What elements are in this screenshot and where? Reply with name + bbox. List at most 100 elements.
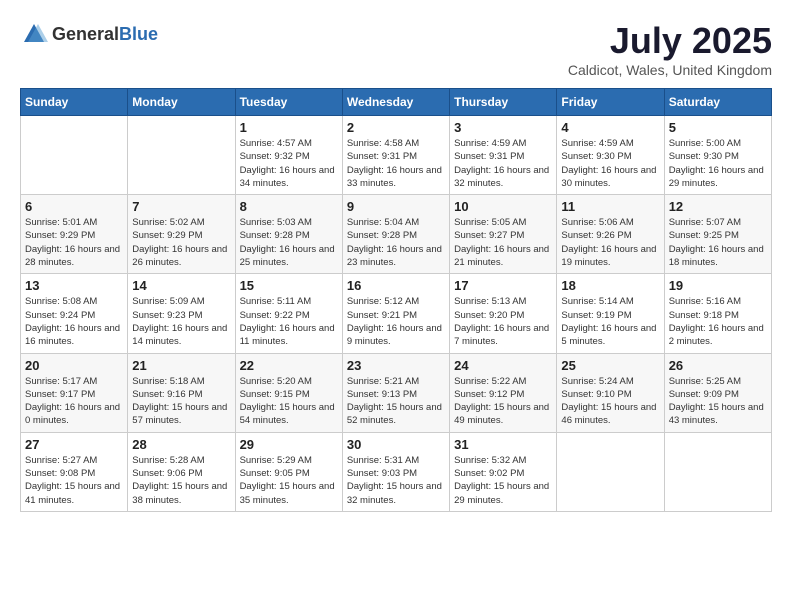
day-number: 18	[561, 278, 659, 293]
day-cell: 22 Sunrise: 5:20 AM Sunset: 9:15 PM Dayli…	[235, 353, 342, 432]
logo-general: General	[52, 24, 119, 44]
day-info: Sunrise: 5:32 AM Sunset: 9:02 PM Dayligh…	[454, 454, 552, 507]
day-number: 27	[25, 437, 123, 452]
day-cell: 4 Sunrise: 4:59 AM Sunset: 9:30 PM Daylig…	[557, 116, 664, 195]
day-cell: 16 Sunrise: 5:12 AM Sunset: 9:21 PM Dayli…	[342, 274, 449, 353]
day-info: Sunrise: 5:04 AM Sunset: 9:28 PM Dayligh…	[347, 216, 445, 269]
day-info: Sunrise: 4:57 AM Sunset: 9:32 PM Dayligh…	[240, 137, 338, 190]
day-number: 7	[132, 199, 230, 214]
logo: GeneralBlue	[20, 20, 158, 48]
day-cell: 15Sunrise: 5:11 AM Sunset: 9:22 PM Dayli…	[235, 274, 342, 353]
header-saturday: Saturday	[664, 89, 771, 116]
logo-blue: Blue	[119, 24, 158, 44]
day-number: 1	[240, 120, 338, 135]
day-number: 4	[561, 120, 659, 135]
header-tuesday: Tuesday	[235, 89, 342, 116]
day-number: 26	[669, 358, 767, 373]
day-number: 3	[454, 120, 552, 135]
day-number: 31	[454, 437, 552, 452]
day-info: Sunrise: 5:07 AM Sunset: 9:25 PM Dayligh…	[669, 216, 767, 269]
day-cell: 21 Sunrise: 5:18 AM Sunset: 9:16 PM Dayli…	[128, 353, 235, 432]
day-number: 23	[347, 358, 445, 373]
day-cell: 13 Sunrise: 5:08 AM Sunset: 9:24 PM Dayli…	[21, 274, 128, 353]
day-info: Sunrise: 5:22 AM Sunset: 9:12 PM Dayligh…	[454, 375, 552, 428]
day-info: Sunrise: 5:06 AM Sunset: 9:26 PM Dayligh…	[561, 216, 659, 269]
day-cell: 19Sunrise: 5:16 AM Sunset: 9:18 PM Dayli…	[664, 274, 771, 353]
day-info: Sunrise: 5:18 AM Sunset: 9:16 PM Dayligh…	[132, 375, 230, 428]
day-number: 8	[240, 199, 338, 214]
week-row-2: 6Sunrise: 5:01 AM Sunset: 9:29 PM Daylig…	[21, 195, 772, 274]
header-friday: Friday	[557, 89, 664, 116]
day-number: 17	[454, 278, 552, 293]
day-number: 9	[347, 199, 445, 214]
day-info: Sunrise: 5:11 AM Sunset: 9:22 PM Dayligh…	[240, 295, 338, 348]
header-monday: Monday	[128, 89, 235, 116]
day-number: 28	[132, 437, 230, 452]
day-cell: 17 Sunrise: 5:13 AM Sunset: 9:20 PM Dayli…	[450, 274, 557, 353]
day-number: 22	[240, 358, 338, 373]
day-cell: 11Sunrise: 5:06 AM Sunset: 9:26 PM Dayli…	[557, 195, 664, 274]
day-cell: 1 Sunrise: 4:57 AM Sunset: 9:32 PM Daylig…	[235, 116, 342, 195]
header-row: SundayMondayTuesdayWednesdayThursdayFrid…	[21, 89, 772, 116]
week-row-4: 20 Sunrise: 5:17 AM Sunset: 9:17 PM Dayli…	[21, 353, 772, 432]
day-number: 12	[669, 199, 767, 214]
day-cell: 5Sunrise: 5:00 AM Sunset: 9:30 PM Daylig…	[664, 116, 771, 195]
day-info: Sunrise: 5:00 AM Sunset: 9:30 PM Dayligh…	[669, 137, 767, 190]
day-info: Sunrise: 5:25 AM Sunset: 9:09 PM Dayligh…	[669, 375, 767, 428]
day-number: 13	[25, 278, 123, 293]
day-info: Sunrise: 5:31 AM Sunset: 9:03 PM Dayligh…	[347, 454, 445, 507]
logo-icon	[20, 20, 48, 48]
day-cell: 20 Sunrise: 5:17 AM Sunset: 9:17 PM Dayli…	[21, 353, 128, 432]
day-number: 21	[132, 358, 230, 373]
day-info: Sunrise: 5:14 AM Sunset: 9:19 PM Dayligh…	[561, 295, 659, 348]
day-cell: 9 Sunrise: 5:04 AM Sunset: 9:28 PM Daylig…	[342, 195, 449, 274]
calendar-table: SundayMondayTuesdayWednesdayThursdayFrid…	[20, 88, 772, 512]
day-info: Sunrise: 5:12 AM Sunset: 9:21 PM Dayligh…	[347, 295, 445, 348]
location-subtitle: Caldicot, Wales, United Kingdom	[568, 62, 772, 78]
day-cell: 26 Sunrise: 5:25 AM Sunset: 9:09 PM Dayli…	[664, 353, 771, 432]
day-cell: 29 Sunrise: 5:29 AM Sunset: 9:05 PM Dayli…	[235, 432, 342, 511]
day-info: Sunrise: 5:01 AM Sunset: 9:29 PM Dayligh…	[25, 216, 123, 269]
day-info: Sunrise: 5:21 AM Sunset: 9:13 PM Dayligh…	[347, 375, 445, 428]
day-info: Sunrise: 5:20 AM Sunset: 9:15 PM Dayligh…	[240, 375, 338, 428]
day-info: Sunrise: 4:58 AM Sunset: 9:31 PM Dayligh…	[347, 137, 445, 190]
day-cell: 31 Sunrise: 5:32 AM Sunset: 9:02 PM Dayli…	[450, 432, 557, 511]
day-number: 30	[347, 437, 445, 452]
week-row-3: 13 Sunrise: 5:08 AM Sunset: 9:24 PM Dayli…	[21, 274, 772, 353]
day-info: Sunrise: 4:59 AM Sunset: 9:30 PM Dayligh…	[561, 137, 659, 190]
day-info: Sunrise: 5:02 AM Sunset: 9:29 PM Dayligh…	[132, 216, 230, 269]
day-number: 29	[240, 437, 338, 452]
day-info: Sunrise: 5:13 AM Sunset: 9:20 PM Dayligh…	[454, 295, 552, 348]
header: GeneralBlue July 2025 Caldicot, Wales, U…	[20, 20, 772, 78]
day-cell: 18 Sunrise: 5:14 AM Sunset: 9:19 PM Dayli…	[557, 274, 664, 353]
header-wednesday: Wednesday	[342, 89, 449, 116]
day-info: Sunrise: 5:28 AM Sunset: 9:06 PM Dayligh…	[132, 454, 230, 507]
day-cell	[664, 432, 771, 511]
day-cell: 25Sunrise: 5:24 AM Sunset: 9:10 PM Dayli…	[557, 353, 664, 432]
day-info: Sunrise: 5:17 AM Sunset: 9:17 PM Dayligh…	[25, 375, 123, 428]
day-cell: 14 Sunrise: 5:09 AM Sunset: 9:23 PM Dayli…	[128, 274, 235, 353]
title-area: July 2025 Caldicot, Wales, United Kingdo…	[568, 20, 772, 78]
day-number: 16	[347, 278, 445, 293]
day-info: Sunrise: 5:29 AM Sunset: 9:05 PM Dayligh…	[240, 454, 338, 507]
day-number: 24	[454, 358, 552, 373]
day-info: Sunrise: 5:08 AM Sunset: 9:24 PM Dayligh…	[25, 295, 123, 348]
day-number: 19	[669, 278, 767, 293]
day-info: Sunrise: 5:03 AM Sunset: 9:28 PM Dayligh…	[240, 216, 338, 269]
day-cell: 24 Sunrise: 5:22 AM Sunset: 9:12 PM Dayli…	[450, 353, 557, 432]
day-cell: 10Sunrise: 5:05 AM Sunset: 9:27 PM Dayli…	[450, 195, 557, 274]
day-cell: 27Sunrise: 5:27 AM Sunset: 9:08 PM Dayli…	[21, 432, 128, 511]
day-number: 14	[132, 278, 230, 293]
day-cell: 6Sunrise: 5:01 AM Sunset: 9:29 PM Daylig…	[21, 195, 128, 274]
day-number: 2	[347, 120, 445, 135]
day-cell: 2 Sunrise: 4:58 AM Sunset: 9:31 PM Daylig…	[342, 116, 449, 195]
day-cell: 12 Sunrise: 5:07 AM Sunset: 9:25 PM Dayli…	[664, 195, 771, 274]
day-cell	[557, 432, 664, 511]
day-cell	[21, 116, 128, 195]
week-row-5: 27Sunrise: 5:27 AM Sunset: 9:08 PM Dayli…	[21, 432, 772, 511]
day-number: 20	[25, 358, 123, 373]
month-title: July 2025	[568, 20, 772, 62]
day-info: Sunrise: 5:09 AM Sunset: 9:23 PM Dayligh…	[132, 295, 230, 348]
header-sunday: Sunday	[21, 89, 128, 116]
day-info: Sunrise: 5:05 AM Sunset: 9:27 PM Dayligh…	[454, 216, 552, 269]
